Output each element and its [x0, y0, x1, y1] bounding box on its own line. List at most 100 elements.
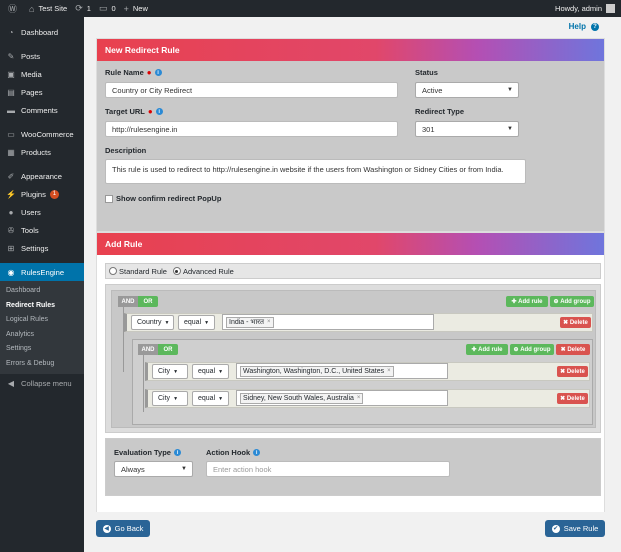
menu-rulesengine[interactable]: ◉ RulesEngine	[0, 263, 84, 281]
remove-tag-icon[interactable]: ×	[387, 368, 391, 374]
evaluation-type-select[interactable]: Always ▼	[114, 461, 193, 477]
new-redirect-rule-panel: New Redirect Rule Rule Name ● i Country or…	[96, 38, 605, 232]
standard-rule-radio[interactable]	[109, 267, 117, 275]
submenu-analytics[interactable]: Analytics	[0, 328, 84, 343]
submenu-dashboard[interactable]: Dashboard	[0, 284, 84, 299]
avatar	[606, 4, 615, 13]
status-label: Status	[415, 68, 438, 77]
updates-link[interactable]: ⟳ 1	[75, 3, 91, 14]
target-url-input[interactable]: http://rulesengine.in	[105, 121, 398, 137]
new-content-link[interactable]: + New	[124, 4, 148, 14]
or-button[interactable]: OR	[138, 296, 158, 307]
chevron-down-icon: ▼	[507, 126, 513, 132]
comment-icon: ▬	[7, 105, 15, 115]
menu-plugins[interactable]: ⚡ Plugins 1	[0, 185, 84, 203]
nested-add-group-button[interactable]: ⊕ Add group	[510, 344, 554, 355]
delete-rule-button[interactable]: ✖ Delete	[560, 317, 591, 328]
root-and-or-toggle[interactable]: AND OR	[118, 296, 158, 307]
action-hook-label: Action Hook i	[206, 448, 261, 457]
site-name-link[interactable]: ⌂ Test Site	[29, 4, 67, 14]
chevron-down-icon: ▼	[204, 319, 210, 326]
or-button[interactable]: OR	[158, 344, 178, 355]
main-content: Help? New Redirect Rule Rule Name ● i Coun…	[84, 17, 621, 552]
box-icon: ▦	[7, 147, 15, 157]
popup-checkbox[interactable]	[105, 195, 113, 203]
chevron-down-icon: ▼	[507, 87, 513, 93]
delete-rule-button[interactable]: ✖ Delete	[557, 393, 588, 404]
action-hook-input[interactable]: Enter action hook	[206, 461, 450, 477]
page-icon: ▤	[7, 87, 15, 97]
root-add-group-button[interactable]: ⊕ Add group	[550, 296, 594, 307]
menu-woocommerce[interactable]: ▭ WooCommerce	[0, 125, 84, 143]
field-select[interactable]: Country ▼	[131, 315, 174, 330]
info-icon: i	[173, 449, 181, 456]
menu-posts[interactable]: ✎ Posts	[0, 47, 84, 65]
evaluation-section: Evaluation Type i Always ▼ Action Hook i En…	[105, 438, 601, 496]
value-tag-input[interactable]: India - भारत ×	[222, 314, 434, 330]
root-group: AND OR ✚ Add rule ⊕ Add group Country ▼ eq…	[111, 290, 596, 428]
collapse-icon: ◀	[7, 378, 15, 388]
brush-icon: ✐	[7, 171, 15, 181]
save-rule-button[interactable]: ✔ Save Rule	[545, 520, 605, 537]
menu-comments[interactable]: ▬ Comments	[0, 101, 84, 119]
rule-name-input[interactable]: Country or City Redirect	[105, 82, 398, 98]
info-icon: i	[253, 449, 261, 456]
account-menu[interactable]: Howdy, admin	[555, 4, 615, 13]
redirect-type-select[interactable]: 301 ▼	[415, 121, 519, 137]
chevron-down-icon: ▼	[173, 368, 179, 375]
go-back-button[interactable]: ◀ Go Back	[96, 520, 150, 537]
admin-bar: Ⓦ ⌂ Test Site ⟳ 1 ▭ 0 + New Howdy, admin	[0, 0, 621, 17]
menu-dashboard[interactable]: ◔ Dashboard	[0, 23, 84, 41]
submenu-errors-debug[interactable]: Errors & Debug	[0, 357, 84, 372]
value-tag-input[interactable]: Sidney, New South Wales, Australia ×	[236, 390, 448, 406]
remove-tag-icon[interactable]: ×	[357, 395, 361, 401]
menu-settings[interactable]: ⊞ Settings	[0, 239, 84, 257]
operator-select[interactable]: equal ▼	[192, 364, 229, 379]
value-tag: India - भारत ×	[226, 316, 274, 328]
and-button[interactable]: AND	[138, 344, 158, 355]
rules-icon: ◉	[7, 267, 15, 277]
evaluation-type-label: Evaluation Type i	[114, 448, 181, 457]
collapse-menu-button[interactable]: ◀ Collapse menu	[0, 374, 84, 392]
help-link[interactable]: Help?	[569, 22, 599, 31]
arrow-left-icon: ◀	[102, 524, 111, 533]
description-textarea[interactable]: This rule is used to redirect to http://…	[105, 159, 526, 184]
menu-appearance[interactable]: ✐ Appearance	[0, 167, 84, 185]
plug-icon: ⚡	[6, 189, 16, 199]
remove-tag-icon[interactable]: ×	[267, 319, 271, 325]
menu-tools[interactable]: ✇ Tools	[0, 221, 84, 239]
and-button[interactable]: AND	[118, 296, 138, 307]
dashboard-icon: ◔	[8, 27, 14, 37]
submenu-logical-rules[interactable]: Logical Rules	[0, 313, 84, 328]
field-select[interactable]: City ▼	[152, 364, 188, 379]
rule-city-washington: City ▼ equal ▼ Washington, Washington, D.C…	[145, 362, 590, 381]
operator-select[interactable]: equal ▼	[192, 391, 229, 406]
comment-icon: ▭	[98, 3, 108, 13]
delete-rule-button[interactable]: ✖ Delete	[557, 366, 588, 377]
advanced-rule-radio[interactable]	[172, 267, 181, 275]
submenu-settings[interactable]: Settings	[0, 342, 84, 357]
plus-icon: +	[123, 3, 129, 14]
status-select[interactable]: Active ▼	[415, 82, 519, 98]
menu-pages[interactable]: ▤ Pages	[0, 83, 84, 101]
rule-builder: AND OR ✚ Add rule ⊕ Add group Country ▼ eq…	[105, 284, 601, 433]
value-tag-input[interactable]: Washington, Washington, D.C., United Sta…	[236, 363, 448, 379]
add-rule-title: Add Rule	[97, 233, 604, 255]
menu-products[interactable]: ▦ Products	[0, 143, 84, 161]
wordpress-logo-icon[interactable]: Ⓦ	[8, 2, 21, 15]
root-add-rule-button[interactable]: ✚ Add rule	[506, 296, 548, 307]
nested-and-or-toggle[interactable]: AND OR	[138, 344, 178, 355]
comments-link[interactable]: ▭ 0	[99, 3, 116, 14]
menu-users[interactable]: ● Users	[0, 203, 84, 221]
popup-label: Show confirm redirect PopUp	[116, 194, 222, 203]
nested-add-rule-button[interactable]: ✚ Add rule	[466, 344, 508, 355]
media-icon: ▣	[7, 69, 15, 79]
submenu-redirect-rules[interactable]: Redirect Rules	[0, 299, 84, 314]
operator-select[interactable]: equal ▼	[178, 315, 215, 330]
delete-group-button[interactable]: ✖ Delete	[556, 344, 590, 355]
required-icon: ●	[146, 68, 152, 77]
field-select[interactable]: City ▼	[152, 391, 188, 406]
target-url-label: Target URL ● i	[105, 107, 163, 116]
menu-media[interactable]: ▣ Media	[0, 65, 84, 83]
admin-sidebar: ◔ Dashboard ✎ Posts ▣ Media ▤ Pages ▬ Comment…	[0, 17, 84, 552]
